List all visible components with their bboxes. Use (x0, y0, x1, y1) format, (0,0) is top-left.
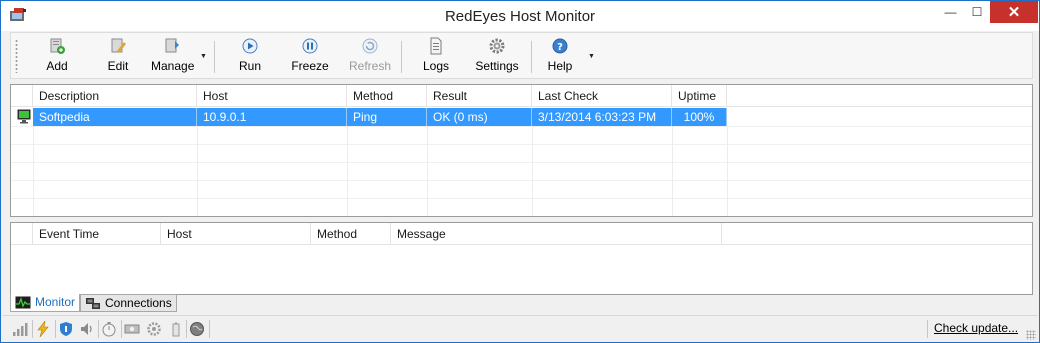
column-header-last-check[interactable]: Last Check (532, 85, 672, 107)
window-title: RedEyes Host Monitor (444, 8, 596, 25)
grid-line (197, 126, 198, 216)
cell-method: Ping (347, 108, 427, 126)
help-icon: ? (552, 38, 568, 54)
signal-bars-icon[interactable] (12, 321, 28, 337)
freeze-icon (302, 38, 318, 54)
toolbar-grip[interactable] (15, 39, 18, 73)
lightning-icon[interactable] (35, 321, 51, 337)
tab-monitor[interactable]: Monitor (10, 294, 80, 312)
events-table[interactable]: Event Time Host Method Message (10, 222, 1033, 295)
manage-icon (165, 38, 179, 53)
app-window: RedEyes Host Monitor — ☐ ✕ Add Edit Mana… (0, 0, 1040, 343)
toolbar-separator (401, 41, 402, 73)
tab-connections[interactable]: Connections (80, 294, 177, 312)
column-header-host[interactable]: Host (161, 223, 311, 245)
table-row[interactable]: Softpedia 10.9.0.1 Ping OK (0 ms) 3/13/2… (11, 108, 727, 126)
run-button[interactable]: Run (237, 37, 263, 75)
refresh-button[interactable]: Refresh (348, 37, 392, 75)
status-bar: Check update... (2, 315, 1038, 342)
title-bar[interactable]: RedEyes Host Monitor — ☐ ✕ (1, 1, 1039, 31)
speaker-icon[interactable] (79, 321, 95, 337)
cell-last-check: 3/13/2014 6:03:23 PM (532, 108, 672, 126)
edit-button-label: Edit (107, 59, 129, 73)
refresh-button-label: Refresh (348, 59, 392, 73)
battery-icon[interactable] (168, 321, 184, 337)
connections-icon (86, 298, 100, 309)
column-header-uptime[interactable]: Uptime (672, 85, 727, 107)
gear-icon[interactable] (146, 321, 162, 337)
status-column-header[interactable] (11, 223, 33, 245)
add-button[interactable]: Add (43, 37, 71, 75)
status-separator (186, 320, 187, 338)
settings-button[interactable]: Settings (475, 37, 519, 75)
column-header-method[interactable]: Method (311, 223, 391, 245)
settings-icon (489, 38, 505, 54)
close-button[interactable]: ✕ (990, 1, 1038, 23)
status-separator (32, 320, 33, 338)
monitor-graph-icon (15, 296, 31, 309)
shield-icon[interactable] (58, 321, 74, 337)
toolbar: Add Edit Manage ▼ Run Freeze Refresh Log… (10, 32, 1033, 79)
status-separator (209, 320, 210, 338)
run-button-label: Run (238, 59, 261, 73)
hosts-table-header: Description Host Method Result Last Chec… (11, 85, 1032, 107)
cell-uptime: 100% (672, 108, 727, 126)
add-button-label: Add (46, 59, 68, 73)
grid-line (672, 126, 673, 216)
toolbar-separator (531, 41, 532, 73)
status-separator (98, 320, 99, 338)
tab-connections-label: Connections (105, 296, 172, 310)
status-separator (927, 320, 928, 338)
column-header-host[interactable]: Host (197, 85, 347, 107)
cell-host: 10.9.0.1 (197, 108, 347, 126)
settings-button-label: Settings (475, 59, 519, 73)
column-header-result[interactable]: Result (427, 85, 532, 107)
empty-rows (11, 126, 1032, 216)
logs-button-label: Logs (422, 59, 450, 73)
stopwatch-icon[interactable] (101, 321, 117, 337)
cell-description: Softpedia (33, 108, 197, 126)
edit-button[interactable]: Edit (104, 37, 132, 75)
run-icon (242, 38, 258, 54)
events-table-header: Event Time Host Method Message (11, 223, 1032, 245)
cell-result: OK (0 ms) (427, 108, 532, 126)
globe-icon[interactable] (189, 321, 205, 337)
status-separator (55, 320, 56, 338)
column-header-event-time[interactable]: Event Time (33, 223, 161, 245)
add-host-icon (50, 38, 65, 54)
help-dropdown-arrow[interactable]: ▼ (588, 53, 595, 60)
column-header-method[interactable]: Method (347, 85, 427, 107)
money-icon[interactable] (124, 321, 140, 337)
column-header-description[interactable]: Description (33, 85, 197, 107)
logs-icon (430, 37, 442, 55)
grid-line (727, 126, 728, 216)
minimize-button[interactable]: — (937, 1, 964, 23)
freeze-button-label: Freeze (291, 59, 329, 73)
status-column-header[interactable] (11, 85, 33, 107)
grid-line (427, 126, 428, 216)
grid-line (33, 126, 34, 216)
maximize-button[interactable]: ☐ (964, 1, 990, 23)
column-header-message[interactable]: Message (391, 223, 722, 245)
manage-dropdown-arrow[interactable]: ▼ (200, 53, 207, 60)
toolbar-separator (214, 41, 215, 73)
hosts-table[interactable]: Description Host Method Result Last Chec… (10, 84, 1033, 217)
grid-line (532, 126, 533, 216)
tab-monitor-label: Monitor (35, 295, 76, 309)
status-separator (121, 320, 122, 338)
logs-button[interactable]: Logs (422, 37, 450, 75)
help-button[interactable]: ? Help (546, 37, 574, 75)
help-button-label: Help (547, 59, 573, 73)
check-update-link[interactable]: Check update... (934, 321, 1018, 335)
grid-line (347, 126, 348, 216)
svg-text:?: ? (557, 42, 563, 53)
resize-grip[interactable] (1026, 330, 1036, 340)
manage-button[interactable]: Manage (151, 37, 195, 75)
manage-button-label: Manage (151, 59, 195, 73)
freeze-button[interactable]: Freeze (291, 37, 329, 75)
edit-host-icon (111, 38, 126, 53)
refresh-icon (362, 38, 378, 54)
